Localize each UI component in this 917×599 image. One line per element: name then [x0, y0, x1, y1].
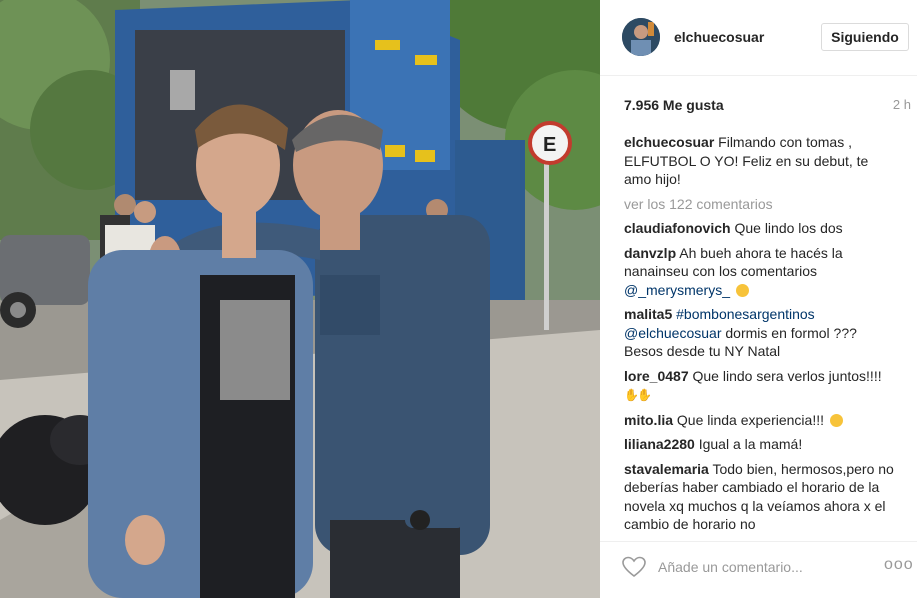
comment-text: Que linda experiencia!!!: [676, 411, 824, 428]
heart-outline-icon[interactable]: [622, 556, 648, 580]
comment-username[interactable]: stavalemaria: [624, 461, 709, 477]
comment-item: malita5 #bombonesargentinos @elchuecosua…: [624, 305, 894, 361]
comment-item: danvzlp Ah bueh ahora te hacés la nanain…: [624, 244, 894, 300]
comment-item: lore_0487 Que lindo sera verlos juntos!!…: [624, 367, 894, 405]
laughing-emoji-icon: [735, 283, 749, 297]
comments-list: elchuecosuar Filmando con tomas , ELFUTB…: [624, 133, 894, 529]
post-side-panel: elchuecosuar Siguiendo 7.956 Me gusta 2 …: [600, 0, 917, 598]
comment-item: liliana2280 Igual a la mamá!: [624, 435, 894, 454]
comment-username[interactable]: malita5: [624, 306, 672, 322]
more-options-icon[interactable]: ooo: [884, 556, 914, 574]
comment-mention[interactable]: @_merysmerys_: [624, 282, 730, 298]
comment-username[interactable]: mito.lia: [624, 412, 673, 428]
caption: elchuecosuar Filmando con tomas , ELFUTB…: [624, 133, 894, 189]
author-username[interactable]: elchuecosuar: [674, 29, 764, 45]
comment-text: Igual a la mamá!: [698, 436, 803, 452]
add-comment-input[interactable]: [658, 555, 858, 579]
following-button[interactable]: Siguiendo: [821, 23, 909, 51]
comment-mention[interactable]: @elchuecosuar: [624, 325, 722, 341]
caption-username[interactable]: elchuecosuar: [624, 134, 714, 150]
comment-text: Que lindo sera verlos juntos!!!!: [692, 367, 882, 384]
post-photo[interactable]: E: [0, 0, 600, 598]
comment-username[interactable]: claudiafonovich: [624, 220, 731, 236]
post-header: elchuecosuar Siguiendo: [600, 0, 917, 76]
comment-bar: ooo: [600, 541, 917, 599]
comment-item: mito.lia Que linda experiencia!!!: [624, 411, 894, 430]
comment-username[interactable]: lore_0487: [624, 368, 689, 384]
comment-item: stavalemaria Todo bien, hermosos,pero no…: [624, 460, 894, 530]
clapping-hands-icon: ✋✋: [624, 388, 652, 402]
astonished-emoji-icon: [829, 413, 843, 427]
no-parking-sign-letter: E: [543, 134, 556, 156]
likes-count[interactable]: 7.956 Me gusta: [624, 97, 724, 113]
post-meta: 7.956 Me gusta 2 h: [624, 97, 917, 117]
post-time[interactable]: 2 h: [893, 97, 911, 112]
comment-item: claudiafonovich Que lindo los dos: [624, 219, 894, 238]
avatar[interactable]: [622, 18, 660, 56]
comment-hashtag[interactable]: #bombonesargentinos: [676, 306, 815, 322]
view-all-comments-link[interactable]: ver los 122 comentarios: [624, 195, 894, 214]
comment-username[interactable]: danvzlp: [624, 245, 676, 261]
comment-text: Que lindo los dos: [734, 220, 843, 236]
comment-username[interactable]: liliana2280: [624, 436, 695, 452]
